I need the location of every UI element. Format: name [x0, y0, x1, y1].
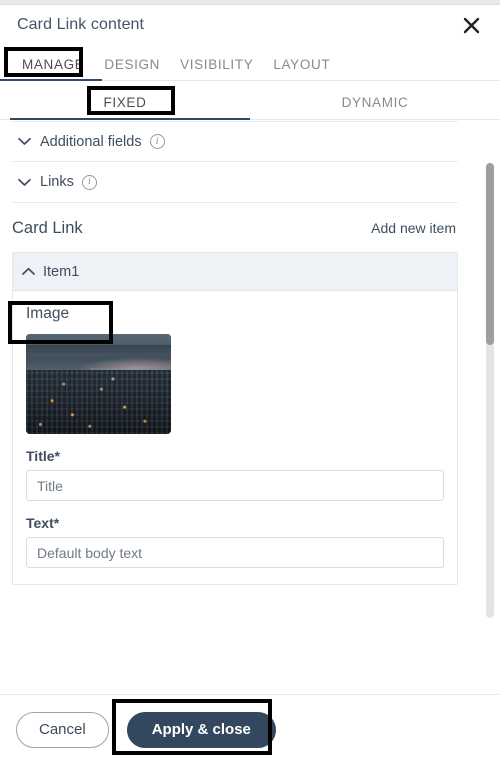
- chevron-down-icon: [12, 178, 36, 187]
- info-icon[interactable]: i: [149, 134, 165, 149]
- close-icon[interactable]: [458, 12, 484, 38]
- section-links[interactable]: Links i: [12, 162, 458, 203]
- scrollbar-thumb[interactable]: [486, 163, 494, 345]
- dialog-header: Card Link content: [0, 5, 500, 45]
- thumbnail-sky: [26, 334, 171, 372]
- item-content: Image Title* Text*: [13, 291, 457, 584]
- tab-visibility[interactable]: VISIBILITY: [170, 57, 263, 80]
- section-label: Additional fields: [40, 133, 142, 150]
- info-icon[interactable]: i: [81, 174, 97, 190]
- tab-dynamic[interactable]: DYNAMIC: [250, 95, 500, 119]
- chevron-down-icon: [12, 137, 36, 146]
- section-label: Links: [40, 174, 74, 190]
- page-title: Card Link content: [17, 16, 145, 33]
- tab-fixed[interactable]: FIXED: [0, 95, 250, 120]
- cancel-button[interactable]: Cancel: [16, 711, 109, 748]
- tab-layout[interactable]: LAYOUT: [263, 57, 340, 80]
- chevron-up-icon: [13, 267, 43, 276]
- primary-tab-bar: MANAGE DESIGN VISIBILITY LAYOUT: [0, 45, 500, 81]
- title-input[interactable]: [26, 470, 444, 501]
- card-link-list-header: Card Link Add new item: [12, 203, 458, 252]
- title-field-label: Title*: [26, 448, 60, 464]
- dialog-footer: Cancel Apply & close: [0, 694, 500, 764]
- image-field-heading: Image: [26, 305, 70, 322]
- section-additional-fields[interactable]: Additional fields i: [12, 121, 458, 162]
- dialog-body-content: Additional fields i Links i Card Link Ad…: [0, 121, 470, 585]
- item-title: Item1: [43, 263, 80, 280]
- sub-tab-bar: FIXED DYNAMIC: [0, 84, 500, 120]
- item-header-item1[interactable]: Item1: [13, 253, 457, 291]
- list-title: Card Link: [12, 219, 83, 237]
- tab-manage[interactable]: MANAGE: [0, 57, 103, 81]
- apply-and-close-button[interactable]: Apply & close: [126, 711, 276, 748]
- text-field-label: Text*: [26, 515, 60, 531]
- scrollbar-track[interactable]: [486, 163, 494, 618]
- body-text-input[interactable]: [26, 537, 444, 568]
- dialog-body: Additional fields i Links i Card Link Ad…: [0, 121, 500, 620]
- add-new-item-button[interactable]: Add new item: [371, 220, 456, 236]
- item-panel: Item1 Image Title* Text*: [12, 252, 458, 585]
- image-thumbnail[interactable]: [26, 334, 171, 434]
- tab-design[interactable]: DESIGN: [94, 57, 170, 80]
- thumbnail-cityscape: [26, 370, 171, 434]
